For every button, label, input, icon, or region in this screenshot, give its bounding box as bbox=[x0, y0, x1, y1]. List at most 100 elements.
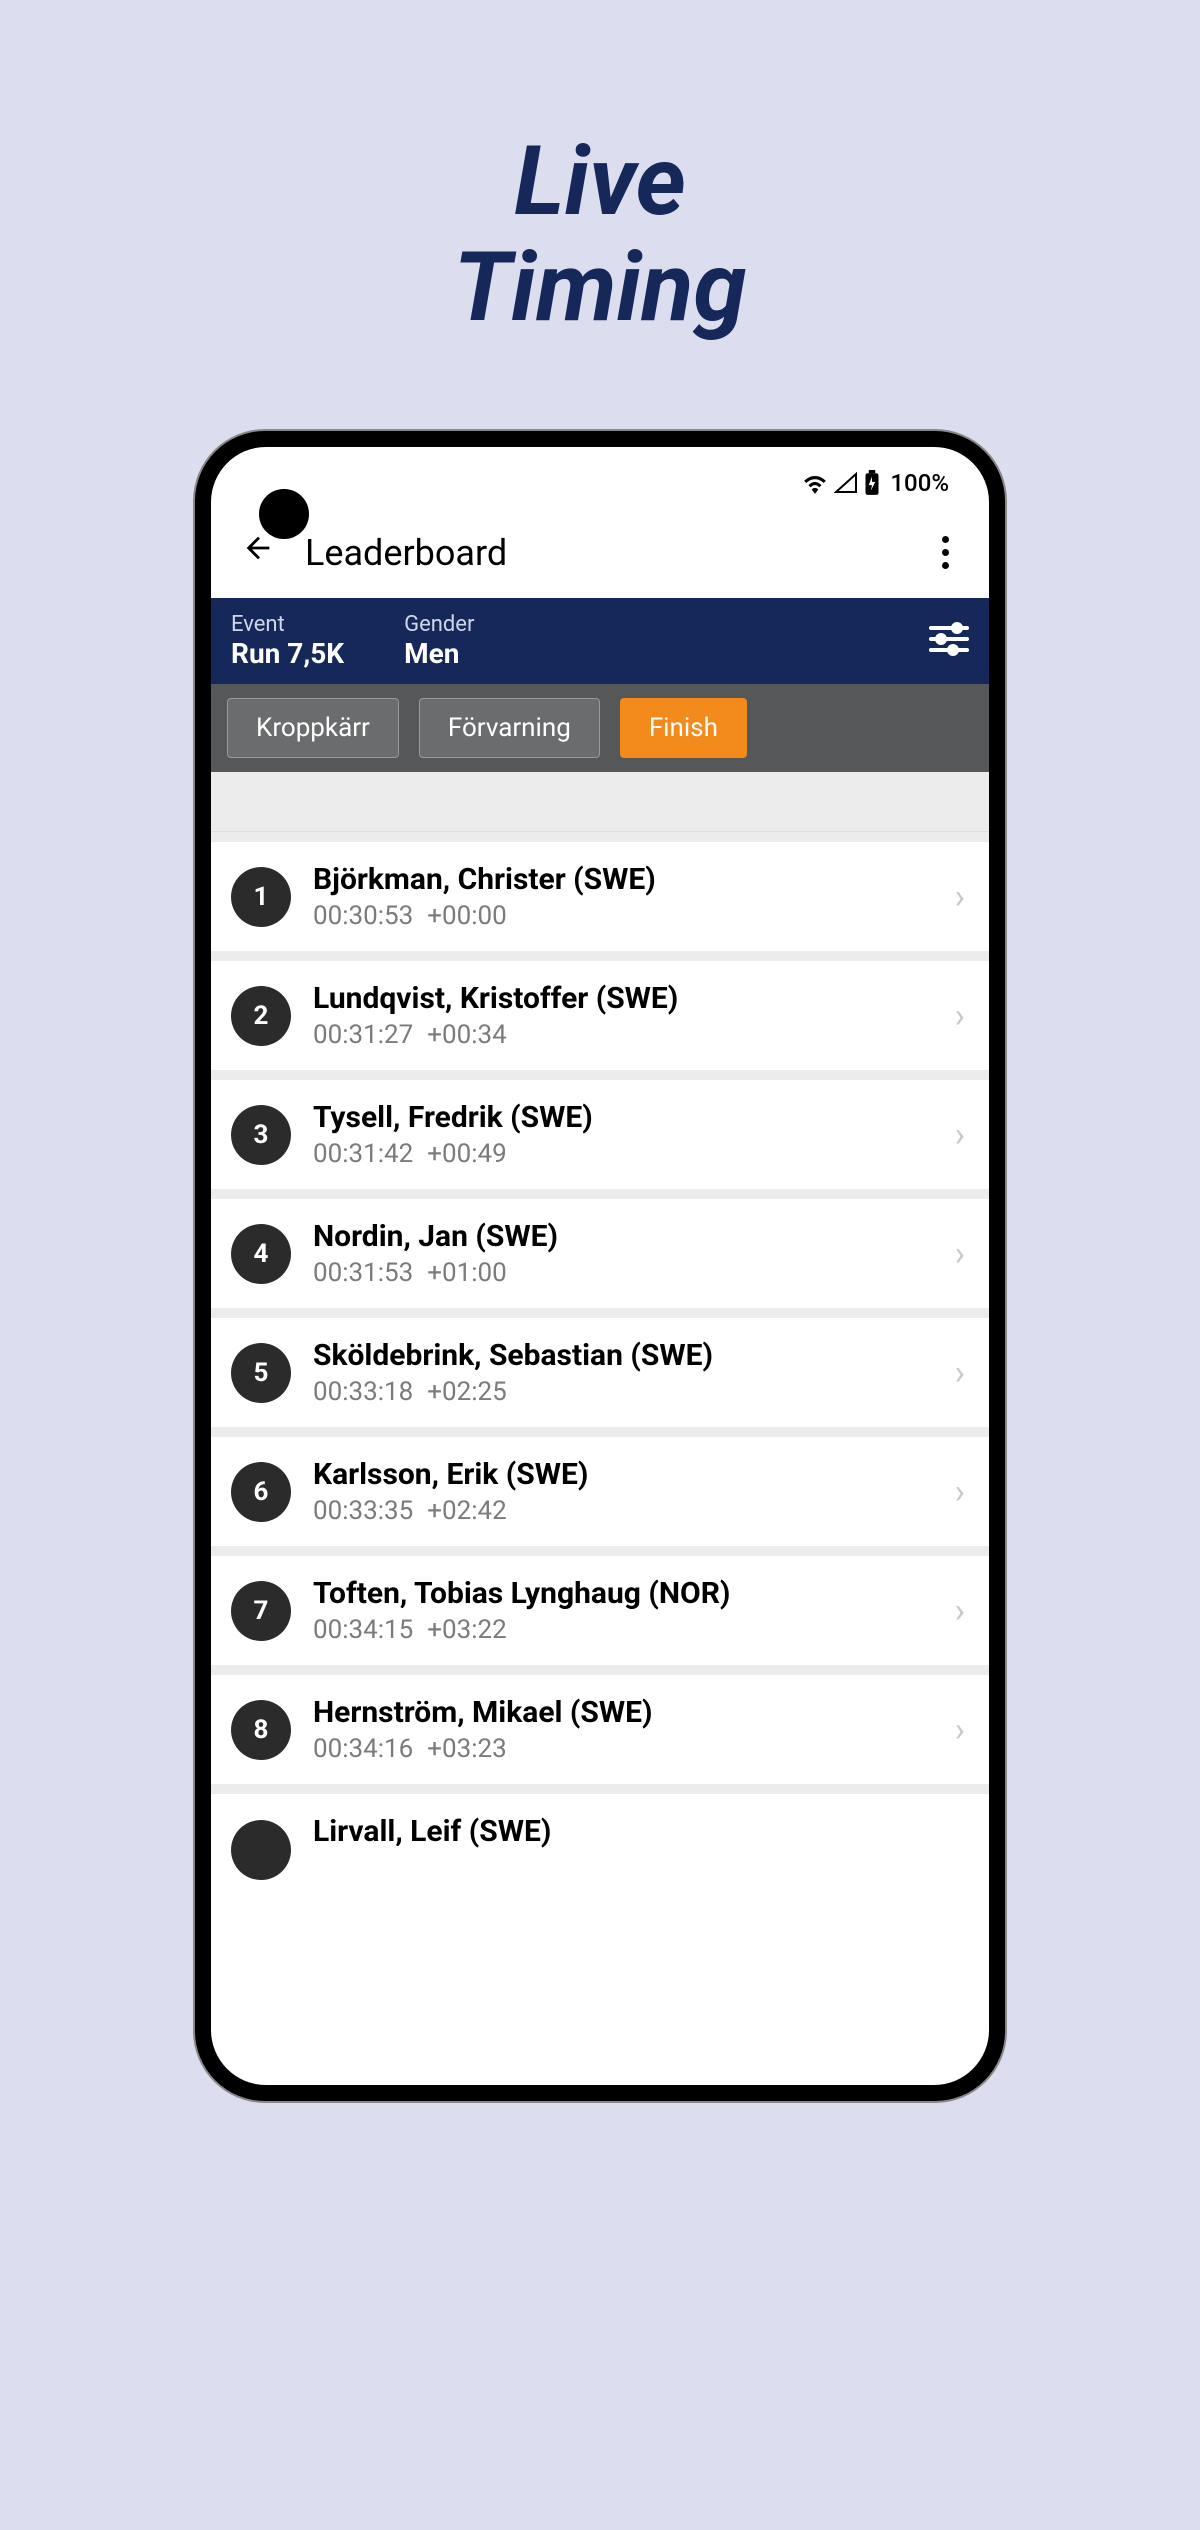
result-text: Toften, Tobias Lynghaug (NOR) 00:34:15 +0… bbox=[313, 1576, 933, 1645]
filter-gender-value: Men bbox=[404, 637, 474, 670]
time-line: 00:31:42 +00:49 bbox=[313, 1139, 933, 1169]
rank-badge: 2 bbox=[231, 986, 291, 1046]
time-line: 00:34:16 +03:23 bbox=[313, 1734, 933, 1764]
result-text: Hernström, Mikael (SWE) 00:34:16 +03:23 bbox=[313, 1695, 933, 1764]
tab-finish[interactable]: Finish bbox=[620, 698, 747, 758]
result-row[interactable]: 6 Karlsson, Erik (SWE) 00:33:35 +02:42 › bbox=[211, 1437, 989, 1546]
promo-line-2: Timing bbox=[0, 236, 1200, 342]
finish-time: 00:34:15 bbox=[313, 1615, 413, 1645]
finish-time: 00:33:18 bbox=[313, 1377, 413, 1407]
phone-screen: 100% Leaderboard Event Run 7,5K Gender M… bbox=[211, 447, 989, 2085]
rank-badge: 1 bbox=[231, 867, 291, 927]
time-line: 00:31:27 +00:34 bbox=[313, 1020, 933, 1050]
cell-signal-icon bbox=[834, 472, 858, 494]
time-diff: +00:00 bbox=[427, 901, 507, 931]
result-row[interactable]: 5 Sköldebrink, Sebastian (SWE) 00:33:18 +… bbox=[211, 1318, 989, 1427]
time-line: 00:34:15 +03:22 bbox=[313, 1615, 933, 1645]
sliders-icon bbox=[929, 622, 969, 656]
time-diff: +00:34 bbox=[427, 1020, 507, 1050]
chevron-right-icon: › bbox=[955, 1353, 965, 1393]
finish-time: 00:31:27 bbox=[313, 1020, 413, 1050]
more-vert-icon bbox=[942, 536, 949, 543]
rank-badge: 8 bbox=[231, 1700, 291, 1760]
finish-time: 00:31:53 bbox=[313, 1258, 413, 1288]
filter-gender-label: Gender bbox=[404, 612, 474, 637]
back-button[interactable] bbox=[241, 531, 275, 574]
filter-event-value: Run 7,5K bbox=[231, 637, 344, 670]
time-line: 00:33:18 +02:25 bbox=[313, 1377, 933, 1407]
status-bar: 100% bbox=[211, 447, 989, 507]
result-text: Tysell, Fredrik (SWE) 00:31:42 +00:49 bbox=[313, 1100, 933, 1169]
wifi-icon bbox=[802, 472, 828, 494]
athlete-name: Hernström, Mikael (SWE) bbox=[313, 1695, 933, 1730]
athlete-name: Sköldebrink, Sebastian (SWE) bbox=[313, 1338, 933, 1373]
result-text: Björkman, Christer (SWE) 00:30:53 +00:00 bbox=[313, 862, 933, 931]
result-row[interactable]: 4 Nordin, Jan (SWE) 00:31:53 +01:00 › bbox=[211, 1199, 989, 1308]
result-row-partial[interactable]: Lirvall, Leif (SWE) bbox=[211, 1794, 989, 1880]
result-text: Sköldebrink, Sebastian (SWE) 00:33:18 +02… bbox=[313, 1338, 933, 1407]
chevron-right-icon: › bbox=[955, 1710, 965, 1750]
athlete-name: Toften, Tobias Lynghaug (NOR) bbox=[313, 1576, 933, 1611]
chevron-right-icon: › bbox=[955, 1591, 965, 1631]
filter-settings-button[interactable] bbox=[929, 622, 969, 660]
rank-badge bbox=[231, 1820, 291, 1880]
phone-frame: 100% Leaderboard Event Run 7,5K Gender M… bbox=[195, 431, 1005, 2101]
time-line: 00:31:53 +01:00 bbox=[313, 1258, 933, 1288]
finish-time: 00:34:16 bbox=[313, 1734, 413, 1764]
result-text: Nordin, Jan (SWE) 00:31:53 +01:00 bbox=[313, 1219, 933, 1288]
result-text: Lirvall, Leif (SWE) bbox=[313, 1814, 965, 1849]
chevron-right-icon: › bbox=[955, 1472, 965, 1512]
filter-event-label: Event bbox=[231, 612, 344, 637]
promo-line-1: Live bbox=[0, 130, 1200, 236]
results-list: 1 Björkman, Christer (SWE) 00:30:53 +00:0… bbox=[211, 772, 989, 1880]
chevron-right-icon: › bbox=[955, 1234, 965, 1274]
time-diff: +02:42 bbox=[427, 1496, 507, 1526]
list-header-spacer bbox=[211, 772, 989, 832]
rank-badge: 5 bbox=[231, 1343, 291, 1403]
finish-time: 00:33:35 bbox=[313, 1496, 413, 1526]
page-title: Leaderboard bbox=[305, 532, 912, 574]
result-row[interactable]: 8 Hernström, Mikael (SWE) 00:34:16 +03:23… bbox=[211, 1675, 989, 1784]
camera-hole bbox=[259, 489, 309, 539]
chevron-right-icon: › bbox=[955, 996, 965, 1036]
result-row[interactable]: 1 Björkman, Christer (SWE) 00:30:53 +00:0… bbox=[211, 842, 989, 951]
arrow-left-icon bbox=[241, 531, 275, 565]
athlete-name: Lirvall, Leif (SWE) bbox=[313, 1814, 965, 1849]
filter-bar: Event Run 7,5K Gender Men bbox=[211, 598, 989, 684]
time-diff: +03:22 bbox=[427, 1615, 507, 1645]
tab-kroppkarr[interactable]: Kroppkärr bbox=[227, 698, 399, 758]
time-diff: +00:49 bbox=[427, 1139, 507, 1169]
status-icons: 100% bbox=[802, 469, 949, 497]
result-row[interactable]: 2 Lundqvist, Kristoffer (SWE) 00:31:27 +0… bbox=[211, 961, 989, 1070]
rank-badge: 6 bbox=[231, 1462, 291, 1522]
filter-gender[interactable]: Gender Men bbox=[404, 612, 474, 670]
athlete-name: Nordin, Jan (SWE) bbox=[313, 1219, 933, 1254]
time-diff: +01:00 bbox=[427, 1258, 507, 1288]
battery-icon bbox=[864, 470, 880, 496]
result-row[interactable]: 3 Tysell, Fredrik (SWE) 00:31:42 +00:49 › bbox=[211, 1080, 989, 1189]
time-line: 00:30:53 +00:00 bbox=[313, 901, 933, 931]
chevron-right-icon: › bbox=[955, 877, 965, 917]
more-menu-button[interactable] bbox=[942, 536, 959, 569]
athlete-name: Björkman, Christer (SWE) bbox=[313, 862, 933, 897]
finish-time: 00:30:53 bbox=[313, 901, 413, 931]
result-text: Karlsson, Erik (SWE) 00:33:35 +02:42 bbox=[313, 1457, 933, 1526]
result-text: Lundqvist, Kristoffer (SWE) 00:31:27 +00:… bbox=[313, 981, 933, 1050]
battery-percent: 100% bbox=[890, 469, 949, 497]
finish-time: 00:31:42 bbox=[313, 1139, 413, 1169]
athlete-name: Tysell, Fredrik (SWE) bbox=[313, 1100, 933, 1135]
chevron-right-icon: › bbox=[955, 1115, 965, 1155]
app-bar: Leaderboard bbox=[211, 507, 989, 598]
time-diff: +03:23 bbox=[427, 1734, 507, 1764]
rank-badge: 4 bbox=[231, 1224, 291, 1284]
filter-event[interactable]: Event Run 7,5K bbox=[231, 612, 344, 670]
result-row[interactable]: 7 Toften, Tobias Lynghaug (NOR) 00:34:15… bbox=[211, 1556, 989, 1665]
split-tabs: Kroppkärr Förvarning Finish bbox=[211, 684, 989, 772]
time-diff: +02:25 bbox=[427, 1377, 507, 1407]
rank-badge: 3 bbox=[231, 1105, 291, 1165]
tab-forvarning[interactable]: Förvarning bbox=[419, 698, 600, 758]
athlete-name: Karlsson, Erik (SWE) bbox=[313, 1457, 933, 1492]
athlete-name: Lundqvist, Kristoffer (SWE) bbox=[313, 981, 933, 1016]
time-line: 00:33:35 +02:42 bbox=[313, 1496, 933, 1526]
promo-heading: Live Timing bbox=[0, 130, 1200, 341]
